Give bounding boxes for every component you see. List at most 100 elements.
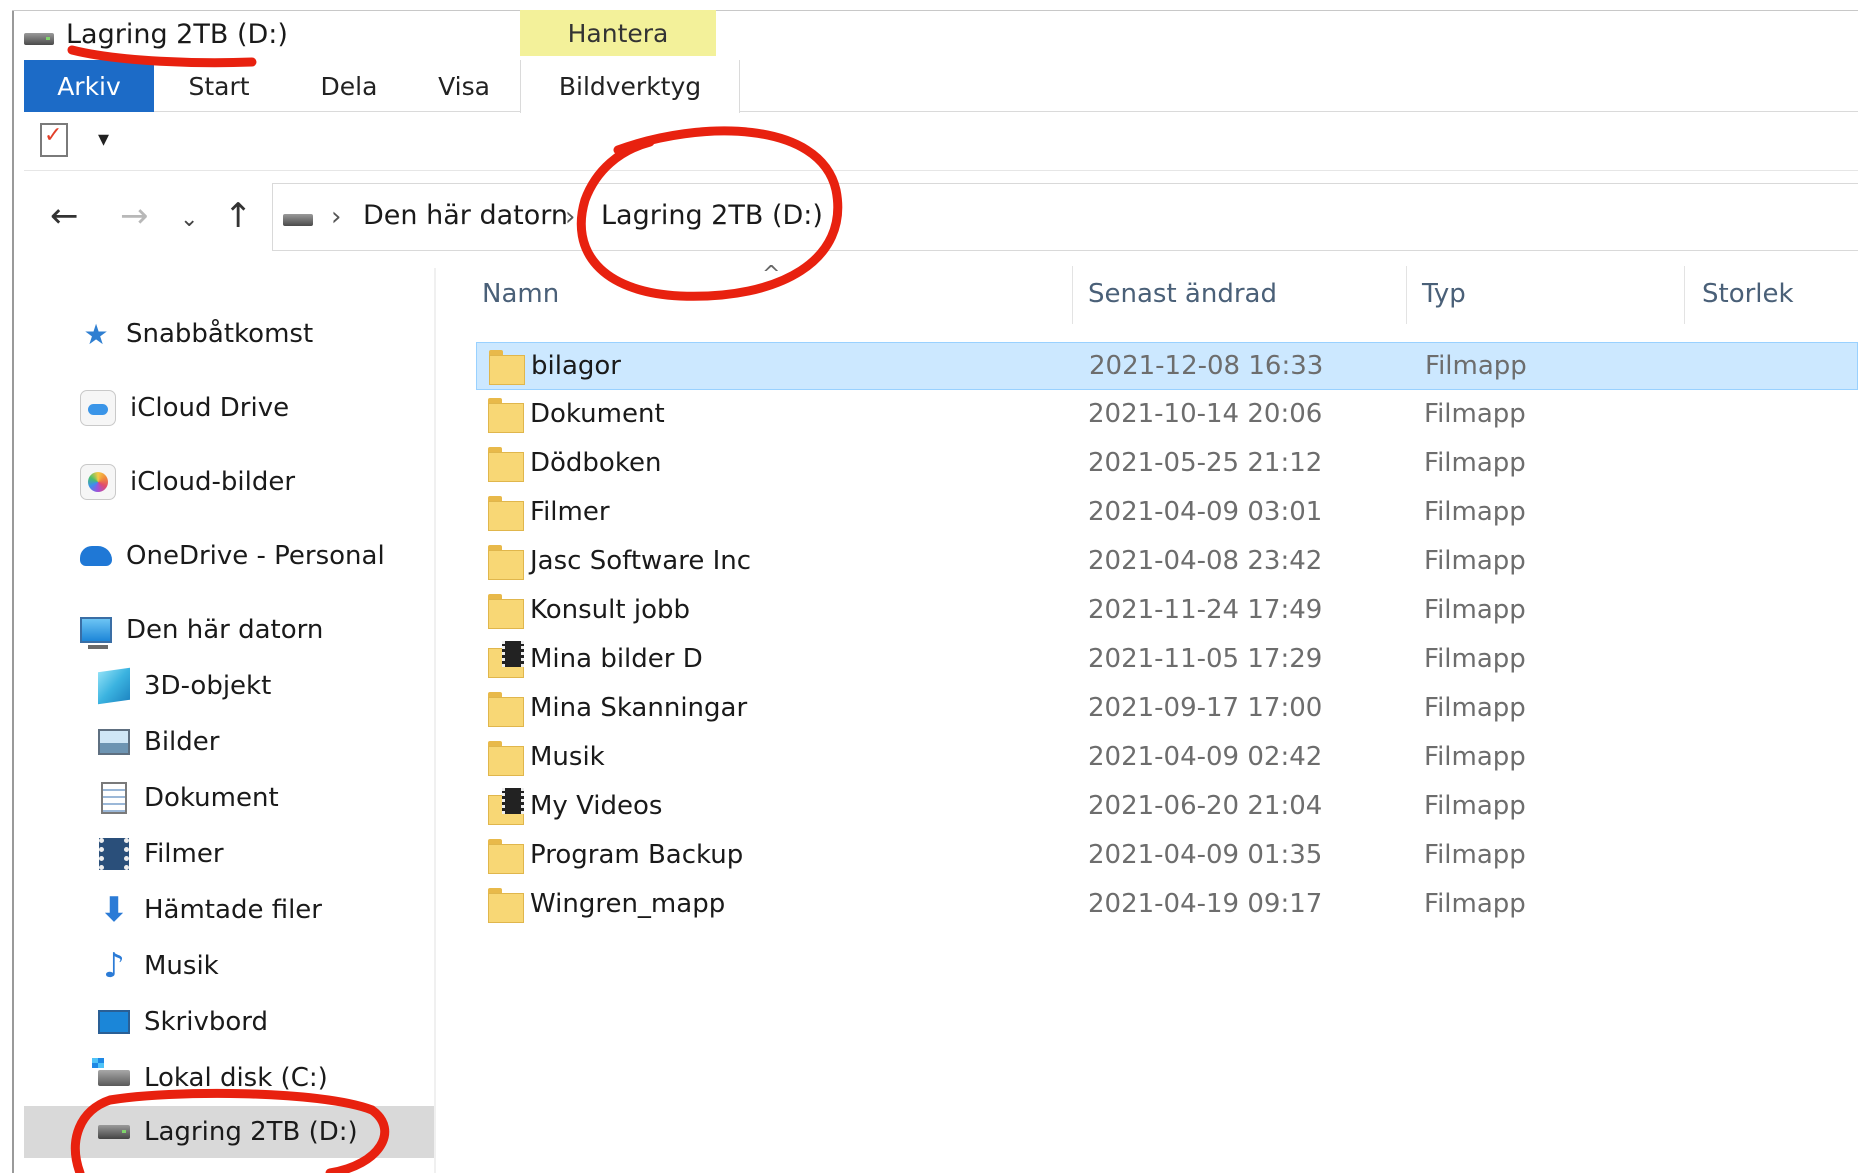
column-header-type[interactable]: Typ <box>1422 262 1684 326</box>
file-modified: 2021-04-08 23:42 <box>1088 546 1323 576</box>
folder-icon <box>488 594 524 629</box>
back-arrow-icon[interactable]: ← <box>50 196 79 236</box>
file-modified: 2021-04-09 03:01 <box>1088 497 1323 527</box>
column-separator[interactable] <box>1684 266 1685 324</box>
forward-arrow-icon[interactable]: → <box>120 196 149 236</box>
title-bar: Lagring 2TB (D:) <box>24 10 288 58</box>
sidebar-item-label: Hämtade filer <box>144 895 322 925</box>
tab-bildverktyg[interactable]: Bildverktyg <box>520 60 740 113</box>
table-row[interactable]: Filmer 2021-04-09 03:01 Filmapp <box>476 489 1858 537</box>
file-type: Filmapp <box>1424 399 1526 429</box>
table-row[interactable]: Musik 2021-04-09 02:42 Filmapp <box>476 734 1858 782</box>
table-row[interactable]: Jasc Software Inc 2021-04-08 23:42 Filma… <box>476 538 1858 586</box>
star-icon: ★ <box>83 317 109 351</box>
pictures-icon <box>98 726 130 758</box>
breadcrumb-separator-icon[interactable]: › <box>331 202 341 232</box>
tab-arkiv[interactable]: Arkiv <box>24 60 154 112</box>
file-explorer-window: Lagring 2TB (D:) Hantera Arkiv Start Del… <box>0 0 1858 1173</box>
media-folder-icon <box>488 788 524 825</box>
folder-icon <box>488 888 524 923</box>
folder-icon <box>488 447 524 482</box>
sidebar-item-label: Bilder <box>144 727 220 757</box>
file-name: Musik <box>530 742 605 772</box>
file-type: Filmapp <box>1424 791 1526 821</box>
file-name: Mina Skanningar <box>530 693 748 723</box>
sidebar-item-storage-d[interactable]: Lagring 2TB (D:) <box>24 1106 434 1158</box>
tab-dela[interactable]: Dela <box>294 60 404 112</box>
sidebar-item-3d-objects[interactable]: 3D-objekt <box>98 660 271 712</box>
quick-access-toolbar: ▾ <box>24 113 1858 171</box>
pane-divider[interactable] <box>434 268 436 1173</box>
column-separator[interactable] <box>1072 266 1073 324</box>
sidebar-item-quick-access[interactable]: ★ Snabbåtkomst <box>80 308 313 360</box>
sidebar-item-videos[interactable]: Filmer <box>98 828 224 880</box>
file-type: Filmapp <box>1424 546 1526 576</box>
drive-icon <box>98 1116 130 1148</box>
window-border <box>12 10 14 1173</box>
sidebar-item-label: OneDrive - Personal <box>126 541 385 571</box>
folder-icon <box>488 839 524 874</box>
sidebar-item-label: Lokal disk (C:) <box>144 1063 328 1093</box>
address-bar[interactable]: › Den här datorn › Lagring 2TB (D:) <box>272 183 1858 251</box>
table-row[interactable]: Mina bilder D 2021-11-05 17:29 Filmapp <box>476 636 1858 684</box>
tab-visa[interactable]: Visa <box>409 60 519 112</box>
breadcrumb-separator-icon[interactable]: › <box>565 202 575 232</box>
table-row[interactable]: Dokument 2021-10-14 20:06 Filmapp <box>476 391 1858 439</box>
file-type: Filmapp <box>1424 497 1526 527</box>
sidebar-item-documents[interactable]: Dokument <box>98 772 279 824</box>
file-modified: 2021-06-20 21:04 <box>1088 791 1323 821</box>
sidebar-item-label: Lagring 2TB (D:) <box>144 1117 358 1147</box>
file-name: Filmer <box>530 497 610 527</box>
file-modified: 2021-04-19 09:17 <box>1088 889 1323 919</box>
sidebar-item-this-pc[interactable]: Den här datorn <box>80 604 323 656</box>
column-separator[interactable] <box>1406 266 1407 324</box>
table-row[interactable]: Dödboken 2021-05-25 21:12 Filmapp <box>476 440 1858 488</box>
cube-icon <box>98 667 130 705</box>
customize-toolbar-icon[interactable]: ▾ <box>98 127 109 152</box>
file-name: bilagor <box>531 351 621 381</box>
sidebar-item-label: Snabbåtkomst <box>126 319 314 349</box>
up-arrow-icon[interactable]: ↑ <box>224 196 253 236</box>
sidebar-item-music[interactable]: ♪ Musik <box>98 940 219 992</box>
file-modified: 2021-09-17 17:00 <box>1088 693 1323 723</box>
sidebar-item-desktop[interactable]: Skrivbord <box>98 996 268 1048</box>
recent-locations-icon[interactable]: ⌄ <box>180 200 198 240</box>
desktop-icon <box>98 1006 130 1038</box>
table-row[interactable]: bilagor 2021-12-08 16:33 Filmapp <box>476 342 1858 390</box>
folder-icon <box>489 350 525 385</box>
local-disk-icon <box>92 1058 130 1094</box>
file-type: Filmapp <box>1424 840 1526 870</box>
sidebar-item-label: Dokument <box>144 783 279 813</box>
column-header-modified[interactable]: Senast ändrad <box>1088 262 1406 326</box>
drive-icon <box>24 33 54 45</box>
sidebar-item-icloud-drive[interactable]: iCloud Drive <box>80 382 289 434</box>
breadcrumb-this-pc[interactable]: Den här datorn <box>363 200 568 231</box>
file-type: Filmapp <box>1425 351 1527 381</box>
file-type: Filmapp <box>1424 742 1526 772</box>
table-row[interactable]: Konsult jobb 2021-11-24 17:49 Filmapp <box>476 587 1858 635</box>
drive-icon <box>283 214 313 226</box>
film-icon <box>98 838 130 870</box>
media-folder-icon <box>488 641 524 678</box>
sidebar-item-pictures[interactable]: Bilder <box>98 716 219 768</box>
sidebar-item-onedrive[interactable]: OneDrive - Personal <box>80 530 385 582</box>
download-icon: ⬇ <box>99 890 129 930</box>
properties-icon[interactable] <box>40 123 68 157</box>
sidebar-item-downloads[interactable]: ⬇ Hämtade filer <box>98 884 322 936</box>
column-header-name[interactable]: Namn <box>482 262 1072 326</box>
sidebar-item-label: Musik <box>144 951 219 981</box>
file-type: Filmapp <box>1424 448 1526 478</box>
table-row[interactable]: My Videos 2021-06-20 21:04 Filmapp <box>476 783 1858 831</box>
breadcrumb-current-drive[interactable]: Lagring 2TB (D:) <box>601 200 823 231</box>
table-row[interactable]: Mina Skanningar 2021-09-17 17:00 Filmapp <box>476 685 1858 733</box>
music-icon: ♪ <box>103 946 125 986</box>
file-modified: 2021-04-09 01:35 <box>1088 840 1323 870</box>
sidebar-item-label: iCloud Drive <box>130 393 290 423</box>
table-row[interactable]: Program Backup 2021-04-09 01:35 Filmapp <box>476 832 1858 880</box>
table-row[interactable]: Wingren_mapp 2021-04-19 09:17 Filmapp <box>476 881 1858 929</box>
sidebar-item-icloud-photos[interactable]: iCloud-bilder <box>80 456 295 508</box>
column-header-size[interactable]: Storlek <box>1702 262 1858 326</box>
tab-start[interactable]: Start <box>164 60 274 112</box>
sidebar-item-local-disk-c[interactable]: Lokal disk (C:) <box>92 1052 328 1104</box>
file-name: Jasc Software Inc <box>530 546 752 576</box>
